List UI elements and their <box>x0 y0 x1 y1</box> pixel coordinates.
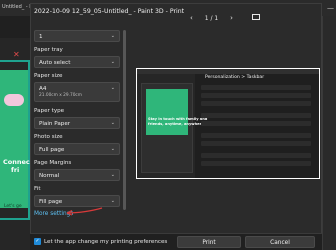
page-navigation: ‹ 1 / 1 › <box>190 14 233 22</box>
annotation-arrow <box>66 207 103 216</box>
paper-tray-value: Auto select <box>39 60 71 66</box>
checkbox-checked-icon[interactable]: ✓ <box>34 238 41 245</box>
page-margins-value: Normal <box>39 173 60 179</box>
page-indicator: 1 / 1 <box>204 15 219 22</box>
background-connect-text: Connec fri <box>3 158 30 174</box>
background-green-card <box>0 70 28 208</box>
copies-input[interactable]: 1 ⌄ <box>34 30 120 42</box>
preview-row <box>201 153 311 158</box>
connect-line-1: Connec <box>3 158 30 166</box>
preview-row <box>201 141 311 146</box>
preferences-checkbox-label: Let the app change my printing preferenc… <box>44 239 168 245</box>
paper-tray-select[interactable]: Auto select ⌄ <box>34 56 120 68</box>
chevron-down-icon: ⌄ <box>110 120 115 126</box>
fit-value: Fill page <box>39 199 63 205</box>
paper-type-select[interactable]: Plain Paper ⌄ <box>34 117 120 129</box>
page-margins-select[interactable]: Normal ⌄ <box>34 169 120 181</box>
chevron-down-icon: ⌄ <box>110 33 115 39</box>
paper-type-label: Paper type <box>34 108 65 114</box>
chevron-down-icon: ⌄ <box>110 146 115 152</box>
paper-size-select[interactable]: A4 21.00cm x 29.70cm ⌄ <box>34 82 120 102</box>
paper-size-dimensions: 21.00cm x 29.70cm <box>39 93 82 98</box>
photo-size-label: Photo size <box>34 134 63 140</box>
fit-page-icon[interactable] <box>252 14 260 20</box>
connect-line-2: fri <box>11 166 20 174</box>
preview-text-line-2: friends, anytime, anywhere <box>148 121 204 126</box>
preview-heading: Personalization > Taskbar <box>205 75 265 80</box>
background-illustration <box>4 94 24 106</box>
preview-row <box>201 101 311 106</box>
page-margins-label: Page Margins <box>34 160 72 166</box>
prev-page-icon[interactable]: ‹ <box>190 14 193 22</box>
preview-row <box>201 133 311 138</box>
background-right-strip <box>322 16 336 250</box>
copies-value: 1 <box>39 34 43 40</box>
fit-label: Fit <box>34 186 41 192</box>
preview-green-text: Stay in touch with family and friends, a… <box>148 117 207 126</box>
print-button[interactable]: Print <box>177 236 241 248</box>
paper-size-label: Paper size <box>34 73 63 79</box>
minimize-icon[interactable]: — <box>327 4 334 12</box>
preview-text-line-1: Stay in touch with family and <box>148 117 208 121</box>
paper-type-value: Plain Paper <box>39 121 71 127</box>
close-icon[interactable]: ✕ <box>13 50 22 59</box>
photo-size-value: Full page <box>39 147 65 153</box>
background-lets-text: Let's ge <box>4 204 22 209</box>
preview-row <box>201 161 311 166</box>
chevron-down-icon: ⌄ <box>110 85 115 91</box>
paper-size-value: A4 <box>39 86 47 92</box>
preview-screenshot: Personalization > Taskbar Stay in touch … <box>137 69 319 178</box>
preview-row <box>201 121 311 126</box>
dialog-title: 2022-10-09 12_59_05-Untitled_ - Paint 3D… <box>34 8 185 15</box>
paper-tray-label: Paper tray <box>34 47 63 53</box>
chevron-down-icon: ⌄ <box>110 172 115 178</box>
preview-row <box>201 85 311 90</box>
settings-scrollbar[interactable] <box>123 30 126 210</box>
next-page-icon[interactable]: › <box>230 14 233 22</box>
photo-size-select[interactable]: Full page ⌄ <box>34 143 120 155</box>
preview-row <box>201 113 311 118</box>
chevron-down-icon: ⌄ <box>110 59 115 65</box>
preview-green-card <box>146 89 188 135</box>
chevron-down-icon: ⌄ <box>110 198 115 204</box>
preview-row <box>201 93 311 98</box>
cancel-button[interactable]: Cancel <box>245 236 315 248</box>
